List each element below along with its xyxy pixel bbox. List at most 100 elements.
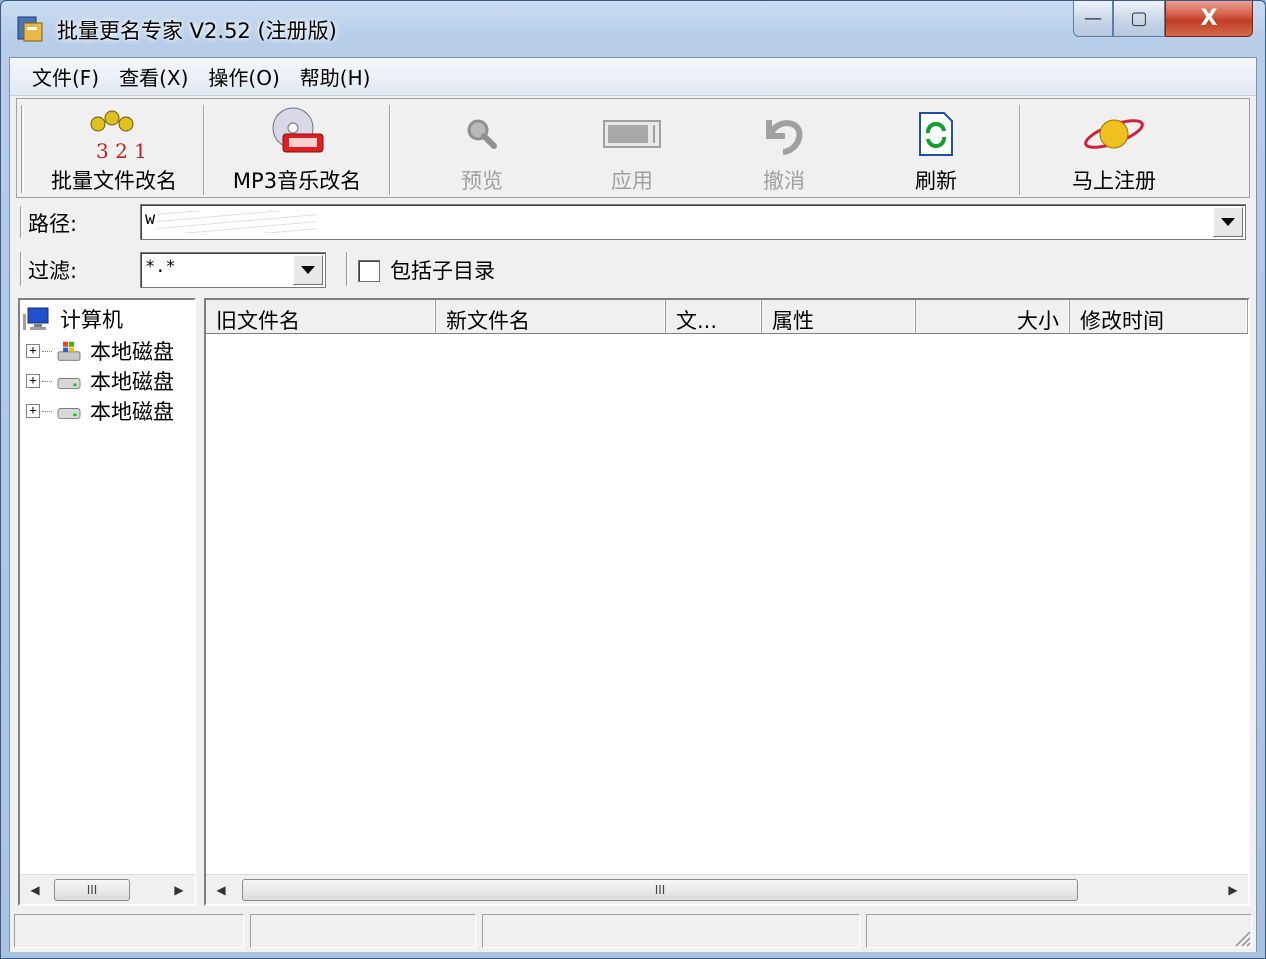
folder-tree[interactable]: 计算机 + 本地磁盘 + 本地磁盘 + 本地磁盘 ◀ III ▶ (18, 298, 196, 906)
hard-drive-icon (57, 408, 81, 420)
mp3-rename-button[interactable]: MP3音乐改名 (211, 99, 383, 199)
magnifier-icon (450, 103, 514, 165)
list-horizontal-scrollbar[interactable]: ◀ III ▶ (206, 874, 1248, 904)
expand-icon[interactable]: + (26, 344, 40, 358)
column-file-type[interactable]: 文... (666, 300, 762, 333)
tree-connector (42, 410, 52, 412)
app-icon (17, 16, 43, 42)
toolbar-separator (389, 105, 391, 195)
tree-item-label: 计算机 (60, 308, 123, 332)
path-combobox[interactable]: w (140, 204, 1246, 240)
status-panel (250, 914, 476, 948)
status-bar (10, 910, 1256, 952)
preview-button[interactable]: 预览 (407, 99, 557, 199)
expand-icon[interactable]: + (26, 404, 40, 418)
maximize-icon: ▢ (1130, 8, 1148, 29)
column-modified-time[interactable]: 修改时间 (1070, 300, 1248, 333)
filter-value: *.* (145, 257, 176, 277)
tree-horizontal-scrollbar[interactable]: ◀ III ▶ (20, 874, 194, 904)
status-panel (866, 914, 1252, 948)
mp3-disc-icon (265, 103, 329, 165)
resize-grip-icon[interactable] (1232, 928, 1252, 948)
include-subdirs-checkbox[interactable] (358, 260, 380, 282)
filter-dropdown-button[interactable] (293, 255, 323, 285)
hard-drive-icon (57, 378, 81, 390)
minimize-button[interactable]: — (1073, 1, 1113, 37)
filter-bar: 过滤: *.* 包括子目录 (16, 246, 1250, 292)
tree-item-label: 本地磁盘 (90, 340, 174, 364)
undo-label: 撤消 (763, 169, 805, 193)
close-button[interactable]: X (1165, 1, 1253, 37)
refresh-label: 刷新 (915, 169, 957, 193)
scroll-thumb-grip: III (86, 883, 98, 897)
mp3-rename-label: MP3音乐改名 (232, 169, 362, 193)
menu-help[interactable]: 帮助(H) (290, 62, 381, 91)
undo-icon (752, 103, 816, 165)
path-bar-grip[interactable] (20, 206, 23, 238)
column-size[interactable]: 大小 (916, 300, 1070, 333)
toolbar-separator (203, 105, 205, 195)
menu-operation[interactable]: 操作(O) (198, 62, 289, 91)
register-planet-icon (1082, 103, 1146, 165)
apply-button[interactable]: 应用 (557, 99, 707, 199)
minimize-icon: — (1084, 8, 1102, 29)
menu-bar: 文件(F) 查看(X) 操作(O) 帮助(H) (10, 58, 1256, 96)
scroll-thumb[interactable]: III (242, 879, 1078, 901)
tree-item-computer[interactable]: 计算机 (22, 304, 123, 334)
path-label: 路径: (28, 212, 78, 236)
filter-combobox[interactable]: *.* (140, 252, 326, 288)
expand-icon[interactable]: + (26, 374, 40, 388)
toolbar-grip[interactable] (21, 105, 24, 193)
menu-view[interactable]: 查看(X) (109, 62, 198, 91)
tree-item-drive[interactable]: + 本地磁盘 (26, 366, 174, 396)
tree-connector (42, 350, 52, 352)
title-bar[interactable]: 批量更名专家 V2.52 (注册版) — ▢ X (1, 1, 1265, 57)
scroll-left-arrow[interactable]: ◀ (206, 875, 236, 905)
batch-rename-digits: 3 2 1 (96, 139, 146, 163)
filter-label: 过滤: (28, 259, 78, 283)
file-list[interactable]: 旧文件名 新文件名 文... 属性 大小 修改时间 ◀ III ▶ (204, 298, 1250, 906)
chevron-down-icon (301, 266, 315, 274)
refresh-button[interactable]: 刷新 (861, 99, 1011, 199)
scroll-left-arrow[interactable]: ◀ (20, 875, 50, 905)
tree-item-label: 本地磁盘 (90, 400, 174, 424)
batch-rename-icon: 3 2 1 (82, 103, 146, 165)
preview-label: 预览 (461, 169, 503, 193)
refresh-icon (904, 103, 968, 165)
path-dropdown-button[interactable] (1213, 207, 1243, 237)
toolbar-separator (1019, 105, 1021, 195)
tree-item-drive[interactable]: + 本地磁盘 (26, 336, 174, 366)
tree-item-label: 本地磁盘 (90, 370, 174, 394)
register-button[interactable]: 马上注册 (1033, 99, 1195, 199)
column-old-name[interactable]: 旧文件名 (206, 300, 436, 333)
tree-item-drive[interactable]: + 本地磁盘 (26, 396, 174, 426)
status-panel (14, 914, 244, 948)
app-window: 批量更名专家 V2.52 (注册版) — ▢ X 文件(F) 查看(X) 操作(… (0, 0, 1266, 959)
apply-icon (600, 103, 664, 165)
menu-file[interactable]: 文件(F) (22, 62, 109, 91)
batch-rename-button[interactable]: 3 2 1 批量文件改名 (29, 99, 199, 199)
filter-separator (346, 252, 349, 286)
window-title: 批量更名专家 V2.52 (注册版) (57, 19, 337, 43)
scroll-right-arrow[interactable]: ▶ (164, 875, 194, 905)
maximize-button[interactable]: ▢ (1113, 1, 1165, 37)
include-subdirs-label[interactable]: 包括子目录 (390, 255, 495, 285)
system-drive-icon (57, 341, 81, 361)
chevron-down-icon (1221, 218, 1235, 226)
list-header: 旧文件名 新文件名 文... 属性 大小 修改时间 (206, 300, 1248, 334)
path-bar: 路径: w (16, 202, 1250, 242)
column-new-name[interactable]: 新文件名 (436, 300, 666, 333)
register-label: 马上注册 (1072, 169, 1156, 193)
column-attributes[interactable]: 属性 (762, 300, 916, 333)
scroll-right-arrow[interactable]: ▶ (1218, 875, 1248, 905)
batch-rename-label: 批量文件改名 (51, 169, 177, 193)
scroll-thumb[interactable]: III (54, 879, 130, 901)
scroll-thumb-grip: III (654, 883, 666, 897)
computer-icon (23, 307, 49, 330)
filter-bar-grip[interactable] (20, 252, 23, 286)
redacted-path (157, 211, 317, 233)
close-icon: X (1200, 6, 1218, 31)
undo-button[interactable]: 撤消 (709, 99, 859, 199)
toolbar: 3 2 1 批量文件改名 MP3音乐改名 预览 应用 撤消 刷新 马上注册 (16, 98, 1250, 198)
tree-connector (42, 380, 52, 382)
